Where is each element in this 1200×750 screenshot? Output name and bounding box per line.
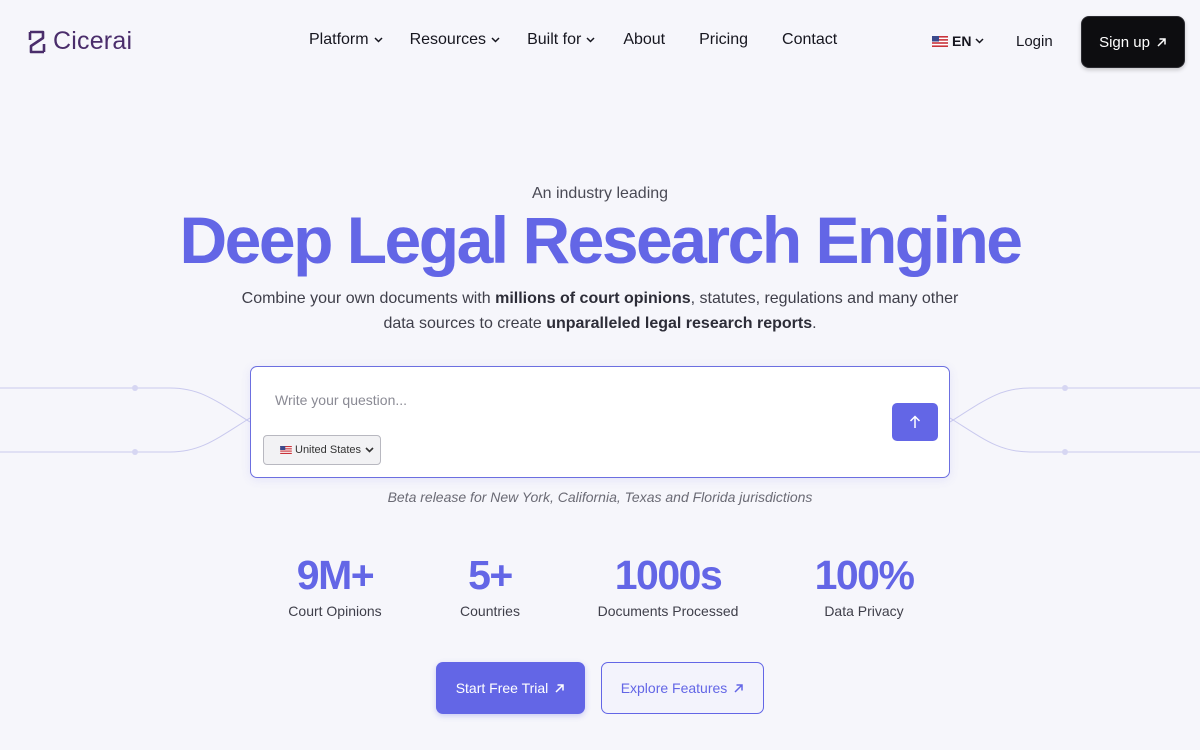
cta-label: Explore Features: [620, 680, 728, 696]
nav-item-resources[interactable]: Resources: [410, 31, 500, 49]
brand-logo[interactable]: Cicerai: [27, 27, 132, 56]
chevron-down-icon: [975, 38, 984, 44]
top-navigation: Cicerai Platform Resources Built for Abo…: [0, 0, 1200, 84]
arrow-up-right-icon: [734, 683, 744, 693]
subtitle-text: .: [812, 315, 817, 332]
brand-name: Cicerai: [53, 27, 133, 55]
stat-data-privacy: 100% Data Privacy: [809, 550, 919, 619]
stat-label: Countries: [460, 603, 520, 619]
language-selector[interactable]: EN: [932, 33, 984, 49]
nav-item-label: About: [623, 31, 666, 48]
subtitle-text: Combine your own documents with: [241, 290, 496, 307]
cta-label: Start Free Trial: [455, 680, 549, 696]
cicerai-logo-icon: [28, 30, 46, 53]
explore-features-button[interactable]: Explore Features: [601, 662, 764, 714]
arrow-up-icon: [909, 415, 921, 428]
stat-value: 1000s: [614, 552, 723, 598]
chevron-down-icon: [365, 447, 374, 453]
nav-item-label: Platform: [309, 31, 369, 48]
stat-value: 5+: [468, 552, 513, 598]
stat-label: Data Privacy: [824, 603, 904, 619]
stat-value: 100%: [814, 552, 915, 598]
question-box: United States: [250, 366, 950, 478]
chevron-down-icon: [374, 37, 383, 43]
nav-item-built-for[interactable]: Built for: [527, 31, 595, 49]
nav-item-label: Contact: [782, 31, 838, 48]
country-label: United States: [295, 444, 362, 456]
nav-item-label: Resources: [409, 31, 487, 48]
login-link[interactable]: Login: [1016, 33, 1053, 50]
hero-eyebrow: An industry leading: [531, 185, 669, 202]
nav-item-about[interactable]: About: [623, 31, 665, 49]
language-label: EN: [952, 33, 972, 49]
subtitle-bold: unparalleled legal research reports: [546, 315, 813, 332]
hero-headline: Deep Legal Research Engine: [179, 203, 1024, 277]
us-flag-icon: [932, 35, 948, 47]
hero-subtitle: Combine your own documents with millions…: [230, 286, 970, 336]
start-free-trial-button[interactable]: Start Free Trial: [436, 662, 585, 714]
nav-item-platform[interactable]: Platform: [309, 31, 383, 49]
signup-button[interactable]: Sign up: [1081, 16, 1185, 68]
question-input[interactable]: [275, 389, 875, 411]
country-select[interactable]: United States: [263, 435, 381, 465]
main-menu: Platform Resources Built for About Prici…: [309, 31, 837, 49]
chevron-down-icon: [586, 37, 595, 43]
stat-label: Documents Processed: [597, 603, 739, 619]
us-flag-icon: [280, 446, 292, 454]
nav-item-pricing[interactable]: Pricing: [699, 31, 748, 49]
nav-item-contact[interactable]: Contact: [782, 31, 837, 49]
beta-note: Beta release for New York, California, T…: [387, 489, 813, 505]
nav-item-label: Pricing: [699, 31, 749, 48]
subtitle-bold: millions of court opinions: [495, 290, 691, 307]
stat-label: Court Opinions: [288, 603, 382, 619]
stat-documents-processed: 1000s Documents Processed: [593, 550, 743, 619]
chevron-down-icon: [491, 37, 500, 43]
signup-label: Sign up: [1099, 33, 1150, 51]
stat-value: 9M+: [296, 552, 375, 598]
stat-countries: 5+ Countries: [450, 550, 530, 619]
arrow-up-right-icon: [1157, 37, 1166, 47]
nav-item-label: Built for: [527, 31, 582, 48]
arrow-up-right-icon: [555, 683, 565, 693]
stat-court-opinions: 9M+ Court Opinions: [285, 550, 385, 619]
submit-question-button[interactable]: [892, 403, 938, 441]
